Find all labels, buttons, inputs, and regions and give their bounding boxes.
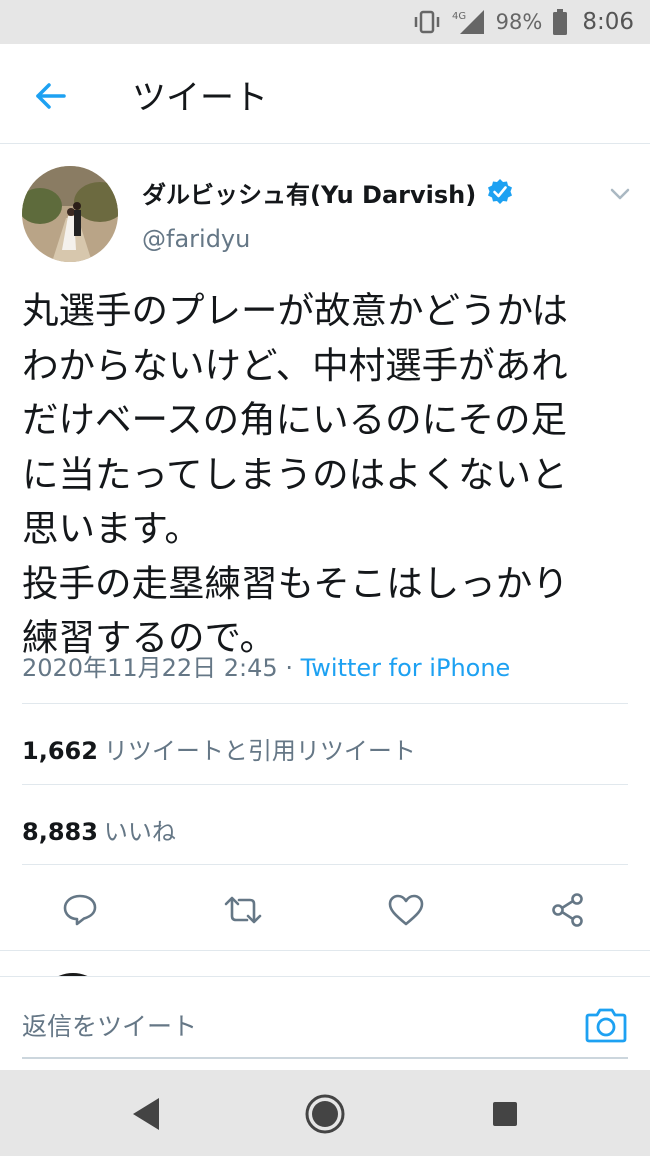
like-label: いいね	[103, 818, 176, 846]
battery-percentage: 98%	[495, 10, 543, 34]
share-icon	[552, 893, 583, 927]
like-count: 8,883	[22, 818, 98, 846]
recents-square-icon	[493, 1102, 517, 1126]
page-title: ツイート	[132, 78, 268, 118]
tweet-source-link[interactable]: Twitter for iPhone	[301, 654, 511, 682]
reply-bar: 返信をツイート	[0, 976, 650, 1070]
retweet-stats[interactable]: 1,662 リツイートと引用リツイート	[22, 731, 416, 766]
clock: 8:06	[582, 9, 634, 35]
camera-button[interactable]	[584, 1005, 628, 1045]
signal-icon: 4G	[452, 8, 486, 36]
chevron-down-icon[interactable]	[606, 182, 634, 206]
camera-icon	[585, 1008, 627, 1043]
reply-input[interactable]: 返信をツイート	[22, 1007, 197, 1043]
like-button[interactable]	[384, 888, 428, 932]
verified-badge-icon	[486, 178, 514, 206]
reply-input-underline	[22, 1057, 628, 1059]
nav-home-button[interactable]	[301, 1090, 349, 1138]
vibrate-icon	[412, 8, 442, 36]
nav-recents-button[interactable]	[481, 1090, 529, 1138]
meta-separator: ·	[285, 654, 293, 682]
tweet-text: 丸選手のプレーが故意かどうかは わからないけど、中村選手があれ だけベースの角に…	[22, 289, 569, 659]
status-bar: 4G 98% 8:06	[0, 0, 650, 44]
divider	[22, 784, 628, 785]
battery-icon	[552, 8, 568, 36]
like-stats[interactable]: 8,883 いいね	[22, 812, 176, 847]
tweet-meta: 2020年11月22日 2:45 · Twitter for iPhone	[22, 648, 510, 683]
system-nav-bar	[0, 1070, 650, 1156]
author-handle[interactable]: @faridyu	[142, 225, 250, 253]
app-header: ツイート	[0, 44, 650, 144]
reply-icon	[63, 894, 97, 926]
reply-button[interactable]	[58, 888, 102, 932]
divider	[22, 864, 628, 865]
tweet-actions	[0, 880, 650, 940]
retweet-icon	[224, 896, 262, 924]
avatar[interactable]	[22, 166, 118, 262]
back-arrow-icon	[36, 83, 66, 109]
author-name[interactable]: ダルビッシュ有(Yu Darvish)	[142, 175, 476, 210]
nav-back-button[interactable]	[121, 1090, 169, 1138]
like-icon	[388, 894, 424, 926]
share-button[interactable]	[546, 888, 590, 932]
back-button[interactable]	[28, 74, 72, 118]
retweet-button[interactable]	[221, 888, 265, 932]
back-triangle-icon	[133, 1098, 159, 1130]
retweet-label: リツイートと引用リツイート	[103, 737, 416, 765]
tweet-date: 2020年11月22日 2:45	[22, 654, 278, 682]
home-circle-icon	[305, 1094, 345, 1134]
retweet-count: 1,662	[22, 737, 98, 765]
svg-text:4G: 4G	[452, 11, 466, 22]
divider	[22, 703, 628, 704]
